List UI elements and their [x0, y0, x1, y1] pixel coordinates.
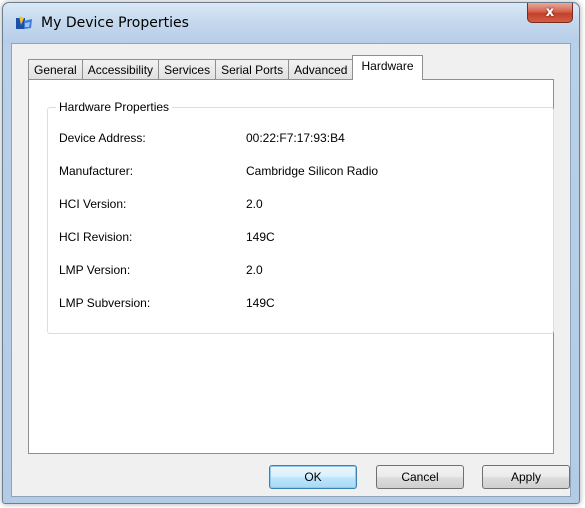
property-label: Manufacturer: [59, 164, 134, 178]
property-label: HCI Version: [59, 197, 127, 211]
bluetooth-device-icon [16, 16, 32, 29]
property-label: HCI Revision: [59, 230, 133, 244]
window-title: My Device Properties [41, 15, 189, 31]
tab-advanced[interactable]: Advanced [288, 59, 354, 80]
dialog-client-area: General Accessibility Services Serial Po… [11, 43, 571, 497]
property-value: 149C [246, 230, 275, 244]
tab-serial-ports[interactable]: Serial Ports [215, 59, 290, 80]
property-value: 2.0 [246, 263, 263, 277]
group-title: Hardware Properties [56, 100, 173, 114]
property-value: 00:22:F7:17:93:B4 [246, 131, 345, 145]
apply-button[interactable]: Apply [482, 465, 570, 489]
property-label: Device Address: [59, 131, 146, 145]
property-value: 2.0 [246, 197, 263, 211]
close-icon: x [545, 5, 555, 20]
tab-strip: General Accessibility Services Serial Po… [28, 55, 423, 80]
tab-accessibility[interactable]: Accessibility [81, 59, 160, 80]
close-button[interactable]: x [527, 3, 573, 23]
tab-general[interactable]: General [28, 59, 83, 80]
property-value: 149C [246, 296, 275, 310]
ok-button[interactable]: OK [269, 465, 357, 489]
tab-services[interactable]: Services [158, 59, 217, 80]
property-value: Cambridge Silicon Radio [246, 164, 379, 178]
properties-window: My Device Properties x General Accessibi… [2, 2, 580, 504]
property-label: LMP Version: [59, 263, 131, 277]
hardware-tab-page: Hardware Properties Device Address: 00:2… [28, 79, 554, 454]
tab-hardware[interactable]: Hardware [352, 55, 423, 80]
property-label: LMP Subversion: [59, 296, 151, 310]
title-bar[interactable]: My Device Properties x [3, 3, 579, 43]
cancel-button[interactable]: Cancel [376, 465, 464, 489]
